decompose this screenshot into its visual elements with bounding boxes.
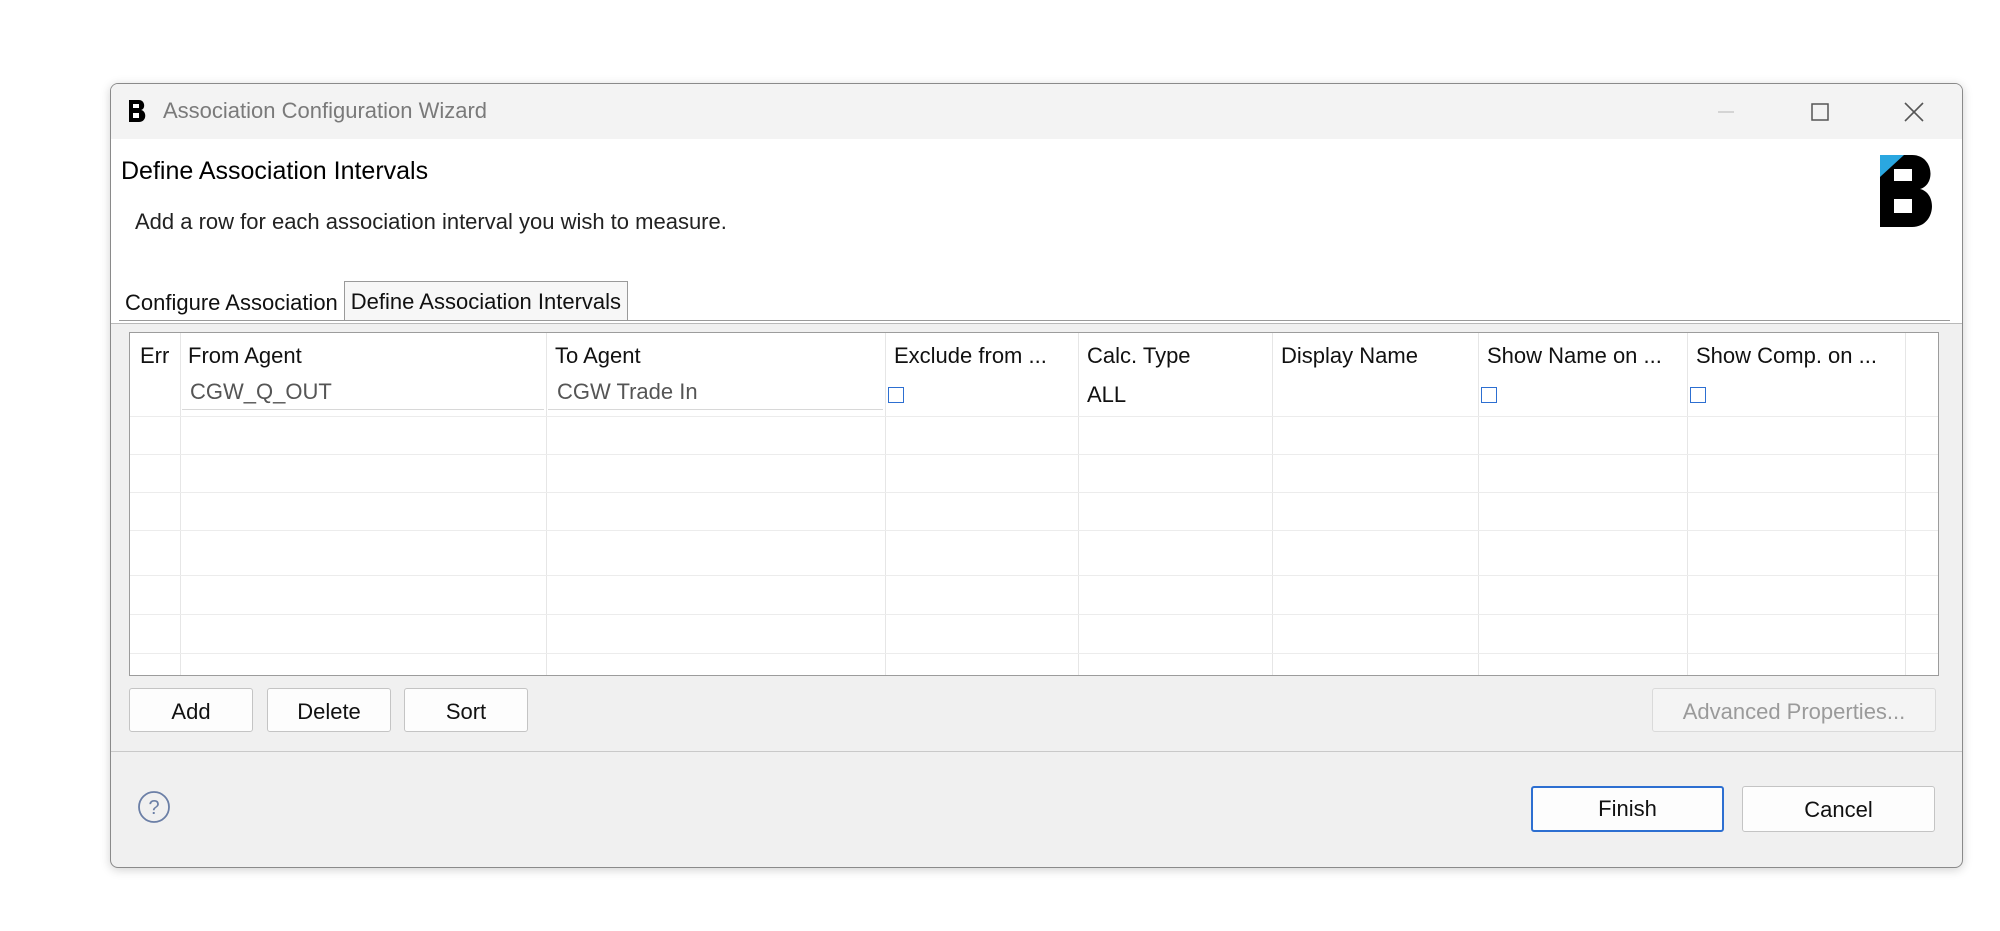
column-divider — [1078, 333, 1079, 675]
checkbox-show-comp[interactable] — [1690, 387, 1706, 403]
column-divider — [1687, 333, 1688, 675]
wizard-dialog: Association Configuration Wizard Define … — [110, 83, 1963, 868]
column-header-calc-type[interactable]: Calc. Type — [1087, 343, 1191, 369]
intervals-table[interactable]: Err From Agent To Agent Exclude from ...… — [129, 332, 1939, 676]
column-divider — [1478, 333, 1479, 675]
cancel-button[interactable]: Cancel — [1742, 786, 1935, 832]
page-title: Define Association Intervals — [121, 157, 429, 185]
row-divider — [130, 530, 1938, 531]
row-divider — [130, 492, 1938, 493]
advanced-properties-button[interactable]: Advanced Properties... — [1652, 688, 1936, 732]
checkbox-show-name[interactable] — [1481, 387, 1497, 403]
checkbox-exclude[interactable] — [888, 387, 904, 403]
tab-define-association-intervals[interactable]: Define Association Intervals — [343, 281, 629, 320]
column-header-err[interactable]: Err — [140, 343, 169, 369]
cell-to-agent[interactable]: CGW Trade In — [557, 379, 698, 405]
row-divider — [130, 575, 1938, 576]
column-header-show-name[interactable]: Show Name on ... — [1487, 343, 1662, 369]
add-button[interactable]: Add — [129, 688, 253, 732]
delete-button[interactable]: Delete — [267, 688, 391, 732]
app-logo-icon — [129, 100, 146, 122]
cell-edit-underline — [182, 409, 544, 410]
maximize-button[interactable] — [1775, 84, 1865, 139]
row-divider — [130, 653, 1938, 654]
brand-logo-icon — [1880, 155, 1932, 227]
column-header-from-agent[interactable]: From Agent — [188, 343, 302, 369]
row-divider — [130, 454, 1938, 455]
close-button[interactable] — [1869, 84, 1959, 139]
close-icon — [1904, 101, 1924, 122]
column-divider — [546, 333, 547, 675]
column-header-exclude[interactable]: Exclude from ... — [894, 343, 1047, 369]
row-divider — [130, 416, 1938, 417]
cell-calc-type[interactable]: ALL — [1087, 382, 1126, 408]
row-divider — [130, 614, 1938, 615]
svg-text:?: ? — [148, 797, 159, 819]
maximize-icon — [1811, 102, 1829, 121]
minimize-icon — [1718, 110, 1734, 113]
title-bar[interactable]: Association Configuration Wizard — [111, 84, 1962, 139]
tab-configure-association[interactable]: Configure Association — [119, 286, 344, 320]
column-divider — [885, 333, 886, 675]
column-header-show-comp[interactable]: Show Comp. on ... — [1696, 343, 1877, 369]
help-icon[interactable]: ? — [137, 790, 171, 824]
column-divider — [180, 333, 181, 675]
sort-button[interactable]: Sort — [404, 688, 528, 732]
tab-panel-border — [119, 320, 1950, 321]
minimize-button[interactable] — [1681, 84, 1771, 139]
column-divider — [1905, 333, 1906, 675]
page-description: Add a row for each association interval … — [135, 209, 727, 234]
finish-button[interactable]: Finish — [1531, 786, 1724, 832]
footer-divider — [111, 751, 1962, 752]
column-header-to-agent[interactable]: To Agent — [555, 343, 641, 369]
window-title: Association Configuration Wizard — [163, 98, 488, 123]
tab-bar: Configure Association Define Association… — [119, 281, 629, 320]
cell-edit-underline — [548, 409, 883, 410]
cell-from-agent[interactable]: CGW_Q_OUT — [190, 379, 332, 405]
column-divider — [1272, 333, 1273, 675]
column-header-display-name[interactable]: Display Name — [1281, 343, 1418, 369]
